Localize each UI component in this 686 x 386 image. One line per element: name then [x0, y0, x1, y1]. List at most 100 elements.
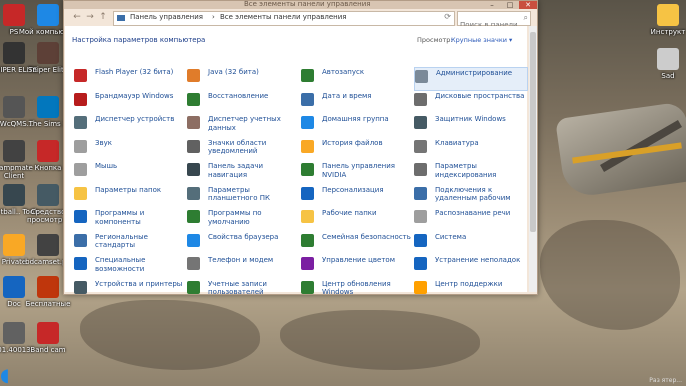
- control-panel-item[interactable]: Звук: [74, 138, 186, 160]
- control-panel-item-label: Брандмауэр Windows: [95, 91, 174, 100]
- view-mode-dropdown[interactable]: Крупные значки ▾: [451, 36, 512, 44]
- control-panel-item-label: Устранение неполадок: [435, 256, 521, 264]
- up-arrow-icon[interactable]: ↑: [97, 12, 109, 23]
- control-panel-item[interactable]: Клавиатура: [414, 138, 526, 160]
- control-panel-item[interactable]: Персонализация: [301, 185, 413, 207]
- control-panel-item[interactable]: Учетные записи пользователей: [187, 279, 299, 301]
- control-panel-item[interactable]: Устранение неполадок: [414, 255, 526, 277]
- control-panel-item[interactable]: Мышь: [74, 161, 186, 183]
- control-panel-item[interactable]: Java (32 бита): [187, 67, 299, 89]
- control-panel-item[interactable]: Устройства и принтеры: [74, 279, 186, 301]
- maximize-button[interactable]: □: [501, 1, 519, 9]
- control-panel-item[interactable]: Значки области уведомлений: [187, 138, 299, 160]
- control-panel-item[interactable]: Свойства браузера: [187, 232, 299, 254]
- shortcut-icon: [37, 234, 59, 256]
- control-panel-item[interactable]: Специальные возможности: [74, 255, 186, 277]
- shortcut-icon: [37, 96, 59, 118]
- control-panel-item[interactable]: Дата и время: [301, 91, 413, 113]
- control-panel-item[interactable]: Центр обновления Windows: [301, 279, 413, 301]
- control-panel-item[interactable]: Региональные стандарты: [74, 232, 186, 254]
- control-panel-item-label: Защитник Windows: [435, 115, 506, 123]
- control-panel-window: Все элементы панели управления – □ ✕ ← →…: [63, 0, 538, 296]
- troubleshoot-icon: [414, 257, 427, 270]
- autoplay-icon: [301, 69, 314, 82]
- flash-icon: [74, 69, 87, 82]
- control-panel-item[interactable]: Домашняя группа: [301, 114, 413, 136]
- control-panel-item-label: Свойства браузера: [208, 232, 279, 241]
- control-panel-item[interactable]: Брандмауэр Windows: [74, 91, 186, 113]
- control-panel-item-label: Диспетчер устройств: [95, 115, 175, 123]
- back-arrow-icon[interactable]: ←: [71, 12, 83, 23]
- sound-icon: [74, 139, 87, 153]
- recovery-icon: [187, 92, 200, 106]
- work-folders-icon: [301, 210, 314, 223]
- control-panel-item[interactable]: Программы по умолчанию: [187, 208, 299, 230]
- breadcrumb-control-panel[interactable]: Панель управления: [130, 13, 203, 21]
- control-panel-item[interactable]: Рабочие папки: [301, 208, 413, 230]
- title-bar[interactable]: Все элементы панели управления – □ ✕: [64, 0, 537, 9]
- control-panel-item[interactable]: Параметры индексирования: [414, 161, 526, 183]
- system-icon: [414, 233, 427, 247]
- desktop-shortcut[interactable]: Инструкт: [638, 4, 686, 36]
- control-panel-item-label: Параметры папок: [95, 185, 162, 194]
- address-bar[interactable]: Панель управления › Все элементы панели …: [113, 11, 455, 26]
- control-panel-item-label: Звук: [95, 138, 112, 147]
- control-panel-item[interactable]: Программы и компоненты: [74, 208, 186, 230]
- control-panel-item[interactable]: Восстановление: [187, 91, 299, 113]
- control-panel-item-label: Администрирование: [436, 69, 513, 77]
- control-panel-item-label: Семейная безопасность: [322, 232, 411, 241]
- control-panel-item[interactable]: Автозапуск: [301, 67, 413, 89]
- control-panel-item[interactable]: Защитник Windows: [414, 114, 526, 136]
- control-panel-item[interactable]: Параметры папок: [74, 185, 186, 207]
- shortcut-icon: [37, 276, 59, 298]
- control-panel-item-label: Автозапуск: [322, 68, 365, 76]
- notification-icon: [187, 139, 200, 153]
- control-panel-item[interactable]: Центр поддержки: [414, 279, 526, 301]
- mouse-icon: [74, 163, 87, 176]
- shortcut-icon: [37, 140, 59, 162]
- indexing-icon: [414, 163, 427, 176]
- printer-icon: [74, 280, 87, 294]
- credential-icon: [187, 116, 200, 129]
- forward-arrow-icon[interactable]: →: [84, 12, 96, 23]
- vertical-scrollbar[interactable]: [529, 26, 537, 292]
- control-panel-item[interactable]: Администрирование: [414, 67, 528, 91]
- search-icon[interactable]: ⌕: [524, 13, 528, 23]
- control-panel-item-label: Мышь: [95, 162, 118, 170]
- control-panel-item[interactable]: История файлов: [301, 138, 413, 160]
- control-panel-item[interactable]: Семейная безопасность: [301, 232, 413, 254]
- control-panel-item-label: Java (32 бита): [208, 68, 259, 76]
- search-box[interactable]: ⌕: [457, 11, 531, 31]
- control-panel-item[interactable]: Дисковые пространства: [414, 91, 526, 113]
- control-panel-item[interactable]: Распознавание речи: [414, 208, 526, 230]
- start-button-icon[interactable]: ◖: [0, 366, 20, 386]
- region-icon: [74, 233, 87, 247]
- control-panel-item[interactable]: Управление цветом: [301, 255, 413, 277]
- control-panel-item[interactable]: Диспетчер учетных данных: [187, 114, 299, 136]
- control-panel-item[interactable]: Панель задачи навигация: [187, 161, 299, 183]
- control-panel-item[interactable]: Телефон и модем: [187, 255, 299, 277]
- shortcut-label: Sad: [661, 72, 675, 80]
- scrollbar-thumb[interactable]: [530, 32, 536, 232]
- control-panel-item[interactable]: Flash Player (32 бита): [74, 67, 186, 89]
- control-panel-item-label: Региональные стандарты: [95, 232, 148, 250]
- breadcrumb-all-items[interactable]: Все элементы панели управления: [220, 13, 347, 21]
- control-panel-item-label: Дисковые пространства: [435, 91, 525, 100]
- refresh-icon[interactable]: ⟳: [444, 12, 451, 21]
- control-panel-item[interactable]: Подключения к удаленным рабочим: [414, 185, 526, 207]
- minimize-button[interactable]: –: [483, 1, 501, 9]
- control-panel-item[interactable]: Параметры планшетного ПК: [187, 185, 299, 207]
- wallpaper-rock: [540, 220, 680, 330]
- control-panel-item-label: Управление цветом: [322, 256, 395, 264]
- defender-icon: [414, 116, 427, 129]
- desktop-shortcut[interactable]: Sad: [638, 48, 686, 80]
- shortcut-label: Бесплатные: [25, 300, 71, 308]
- control-panel-item-label: Восстановление: [208, 91, 269, 100]
- close-button[interactable]: ✕: [519, 1, 537, 9]
- nvidia-icon: [301, 163, 314, 176]
- desktop-shortcut[interactable]: Band cam: [18, 322, 78, 354]
- control-panel-item[interactable]: Система: [414, 232, 526, 254]
- folder-options-icon: [74, 186, 87, 200]
- control-panel-item[interactable]: Панель управления NVIDIA: [301, 161, 413, 183]
- control-panel-item[interactable]: Диспетчер устройств: [74, 114, 186, 136]
